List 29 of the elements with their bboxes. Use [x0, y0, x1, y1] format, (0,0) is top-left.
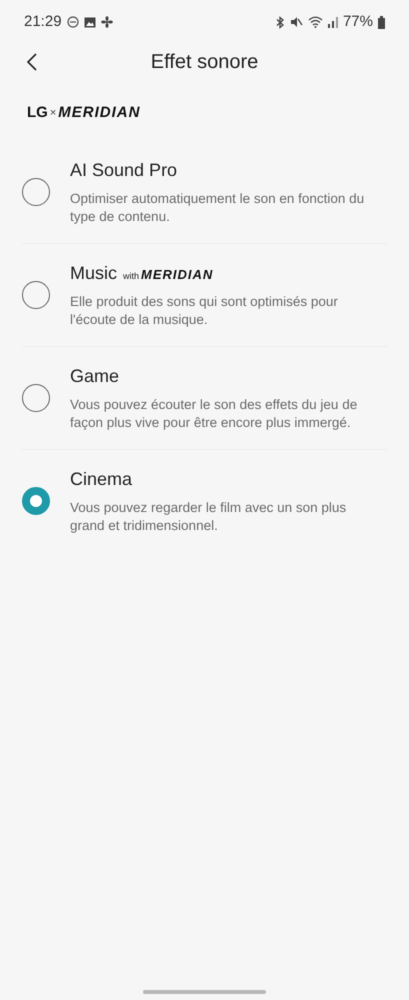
brand-logo-cross: × [50, 106, 56, 121]
meridian-logo-text: MERIDIAN [141, 266, 214, 284]
bluetooth-icon [274, 16, 285, 28]
fan-icon [100, 16, 113, 28]
status-time: 21:29 [24, 12, 62, 32]
battery-percentage: 77% [342, 12, 373, 32]
do-not-disturb-icon [66, 16, 79, 28]
option-title: Game [70, 364, 120, 388]
image-icon [84, 16, 96, 28]
option-description: Elle produit des sons qui sont optimisés pour l'écoute de la musique. [70, 292, 339, 328]
option-description: Vous pouvez écouter le son des effets du jeu de façon plus vive pour être encore plus immergé. [70, 396, 358, 432]
signal-icon [328, 16, 338, 28]
option-title: AI Sound Pro [70, 158, 178, 182]
brand-logo-meridian: MERIDIAN [58, 103, 140, 123]
battery-icon [378, 16, 385, 28]
radio-button[interactable] [22, 486, 50, 514]
option-title: Music [70, 262, 118, 284]
badge-prefix: with [123, 270, 140, 282]
wifi-icon [308, 16, 323, 28]
back-icon [26, 52, 38, 72]
radio-button[interactable] [22, 178, 50, 206]
mute-icon [290, 16, 303, 28]
option-description: Vous pouvez regarder le film avec un son plus grand et tridimensionnel. [70, 498, 348, 534]
page-title: Effet sonore [150, 50, 258, 75]
option-title: Cinema [70, 468, 132, 490]
brand-logo-lg: LG [27, 103, 48, 123]
option-description: Optimiser automatiquement le son en fonction du type de contenu. [70, 190, 366, 226]
radio-button[interactable] [22, 384, 50, 412]
radio-button[interactable] [22, 280, 50, 308]
